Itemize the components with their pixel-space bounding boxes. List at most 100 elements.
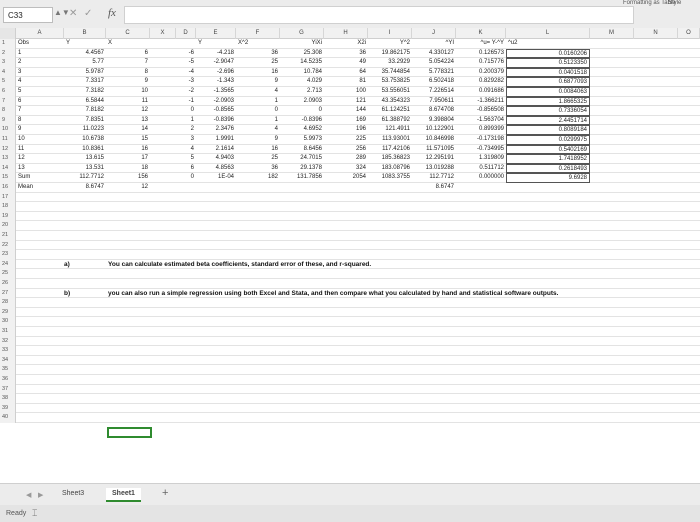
cell-obs[interactable]: 8 (16, 116, 64, 126)
cell-y[interactable]: 7.8182 (64, 106, 106, 116)
cell-d[interactable]: -6 (176, 49, 196, 59)
cell-k[interactable]: 0.126573 (456, 49, 506, 59)
cell-g[interactable]: 10.784 (280, 68, 324, 78)
cell-f[interactable]: 1 (236, 116, 280, 126)
cell-g[interactable]: 25.308 (280, 49, 324, 59)
row-number[interactable]: 34 (0, 355, 16, 366)
cell-i[interactable]: 185.36823 (368, 154, 412, 164)
cell-j[interactable]: 6.502418 (412, 77, 456, 87)
header-obs[interactable]: Obs (16, 39, 64, 49)
select-all-corner[interactable] (0, 28, 16, 39)
name-box-dropdown-icon[interactable]: ▲▼ (54, 8, 70, 17)
cell-i[interactable]: 53.556051 (368, 87, 412, 97)
cell-k[interactable]: 0.511712 (456, 164, 506, 174)
cell-j[interactable]: 9.398804 (412, 116, 456, 126)
row-number[interactable]: 23 (0, 250, 16, 260)
cell-e[interactable]: 4.9403 (196, 154, 236, 164)
cell-e[interactable]: -2.9047 (196, 58, 236, 68)
cell-l[interactable]: 0.2618493 (506, 163, 590, 174)
header-residual[interactable]: ^u= Y-^Y (456, 39, 506, 49)
cell-h[interactable]: 256 (324, 145, 368, 155)
cell-obs[interactable]: 12 (16, 154, 64, 164)
row-number[interactable]: 24 (0, 259, 16, 270)
cell-i[interactable]: 121.4911 (368, 125, 412, 135)
cell-i[interactable]: 43.354323 (368, 97, 412, 107)
cell-y[interactable]: 13.615 (64, 154, 106, 164)
cell-x[interactable]: 6 (106, 49, 150, 59)
spreadsheet-grid[interactable]: A B C X D E F G H I J K L M N O 1 Obs Y X Y X… (0, 28, 700, 483)
cell-f[interactable]: 4 (236, 125, 280, 135)
cell-i[interactable]: 117.42106 (368, 145, 412, 155)
cell-k[interactable]: 0.091686 (456, 87, 506, 97)
cell-g[interactable]: 5.9973 (280, 135, 324, 145)
row-number[interactable]: 28 (0, 298, 16, 308)
cell-l[interactable]: 0.0299975 (506, 135, 590, 145)
cell-l[interactable]: 0.8089184 (506, 125, 590, 135)
row-number[interactable]: 29 (0, 307, 16, 318)
sum-f[interactable]: 182 (236, 173, 280, 183)
cell-d[interactable]: 4 (176, 145, 196, 155)
cell-e[interactable]: 2.1614 (196, 145, 236, 155)
formula-input[interactable] (124, 6, 634, 24)
cell-g[interactable]: 4.6952 (280, 125, 324, 135)
cell-h[interactable]: 324 (324, 164, 368, 174)
cell-g[interactable]: 2.713 (280, 87, 324, 97)
row-number[interactable]: 6 (0, 87, 16, 97)
sum-l[interactable]: 9.6928 (506, 173, 590, 183)
sum-j[interactable]: 112.7712 (412, 173, 456, 183)
sum-g[interactable]: 131.7856 (280, 173, 324, 183)
cell-j[interactable]: 7.226514 (412, 87, 456, 97)
cell-y[interactable]: 4.4567 (64, 49, 106, 59)
cell-j[interactable]: 5.054224 (412, 58, 456, 68)
macro-record-icon[interactable]: ⌶ (32, 508, 37, 519)
sum-e[interactable]: 1E-04 (196, 173, 236, 183)
row-number[interactable]: 1 (0, 39, 16, 49)
cell-x[interactable]: 13 (106, 116, 150, 126)
cell-x[interactable]: 7 (106, 58, 150, 68)
cell-d[interactable]: -4 (176, 68, 196, 78)
cell-i[interactable]: 33.2929 (368, 58, 412, 68)
cell-styles-button[interactable]: Style (668, 0, 681, 6)
cell-x[interactable]: 11 (106, 97, 150, 107)
cell-i[interactable]: 61.388792 (368, 116, 412, 126)
header-x[interactable]: X (106, 39, 150, 49)
cell-j[interactable]: 11.571095 (412, 145, 456, 155)
cell-l[interactable]: 0.0084063 (506, 87, 590, 97)
column-header-k[interactable]: K (456, 28, 506, 39)
row-number[interactable]: 21 (0, 231, 16, 241)
cell-obs[interactable]: 2 (16, 58, 64, 68)
cell-d[interactable]: -5 (176, 58, 196, 68)
column-header-a[interactable]: A (16, 28, 64, 39)
cell-obs[interactable]: 1 (16, 49, 64, 59)
row-number[interactable]: 35 (0, 365, 16, 375)
cell-y[interactable]: 7.3317 (64, 77, 106, 87)
cell-h[interactable]: 36 (324, 49, 368, 59)
header-residual-squared[interactable]: ^u2 (506, 39, 590, 49)
cell-e[interactable]: 4.8563 (196, 164, 236, 174)
cell-x[interactable]: 18 (106, 164, 150, 174)
cell-obs[interactable]: 13 (16, 164, 64, 174)
cell-obs[interactable]: 6 (16, 97, 64, 107)
sum-h[interactable]: 2054 (324, 173, 368, 183)
column-header-g[interactable]: G (280, 28, 324, 39)
cell-x[interactable]: 16 (106, 145, 150, 155)
prev-sheet-icon[interactable]: ◀ (26, 491, 31, 499)
cell-y[interactable]: 10.8361 (64, 145, 106, 155)
cell-y[interactable]: 11.0223 (64, 125, 106, 135)
cell-e[interactable]: -2.696 (196, 68, 236, 78)
mean-x[interactable]: 12 (106, 183, 150, 193)
cell-f[interactable]: 9 (236, 135, 280, 145)
cell-obs[interactable]: 5 (16, 87, 64, 97)
row-number[interactable]: 13 (0, 154, 16, 164)
header-y[interactable]: Y (64, 39, 106, 49)
cell-l[interactable]: 1.8665325 (506, 96, 590, 107)
cell-k[interactable]: 1.319809 (456, 154, 506, 164)
column-header-x[interactable]: X (150, 28, 176, 39)
sum-y[interactable]: 112.7712 (64, 173, 106, 183)
cell-g[interactable]: 14.5235 (280, 58, 324, 68)
cell-d[interactable]: -2 (176, 87, 196, 97)
header-y-deviation[interactable]: Y (196, 39, 236, 49)
insert-function-button[interactable]: fx (108, 7, 116, 19)
row-number[interactable]: 16 (0, 183, 16, 193)
cell-l[interactable]: 2.4451714 (506, 115, 590, 126)
